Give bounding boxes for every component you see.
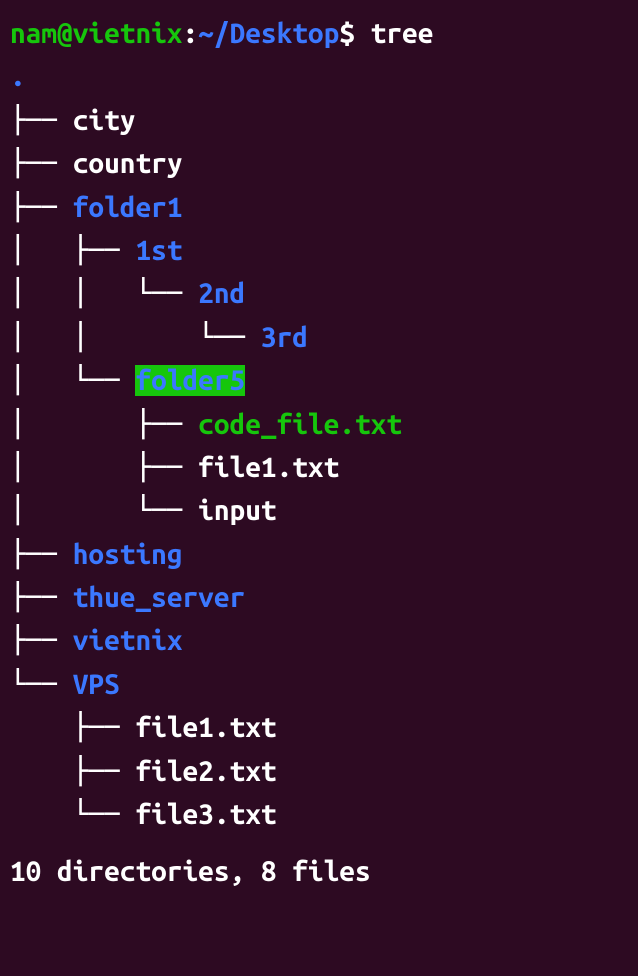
tree-entry-3rd: │ │ └── 3rd [10,316,628,359]
tree-entry-input: │ └── input [10,489,628,532]
dir-vietnix: vietnix [73,625,183,656]
tree-entry-file2: ├── file2.txt [10,750,628,793]
tree-entry-file1a: │ ├── file1.txt [10,446,628,489]
colon: : [182,18,198,49]
command: tree [371,18,434,49]
tree-entry-file1b: ├── file1.txt [10,706,628,749]
dir-3rd: 3rd [261,322,308,353]
tree-entry-city: ├── city [10,99,628,142]
tree-entry-thue-server: ├── thue_server [10,576,628,619]
dollar-sign: $ [339,18,370,49]
user-host: nam@vietnix [10,18,182,49]
file-file2: file2.txt [135,756,276,787]
dir-vps: VPS [73,669,120,700]
tree-summary: 10 directories, 8 files [10,850,628,893]
shell-prompt: nam@vietnix:~/Desktop$ tree [10,12,628,55]
tree-entry-2nd: │ │ └── 2nd [10,272,628,315]
dir-hosting: hosting [73,539,183,570]
file-city: city [73,105,136,136]
tree-root: . [10,55,628,98]
file-file3: file3.txt [135,799,276,830]
file-country: country [73,148,183,179]
tree-entry-country: ├── country [10,142,628,185]
dir-folder1: folder1 [73,192,183,223]
dir-1st: 1st [135,235,182,266]
file-code-file: code_file.txt [198,409,402,440]
file-file1a: file1.txt [198,452,339,483]
tree-entry-folder5: │ └── folder5 [10,359,628,402]
tree-entry-hosting: ├── hosting [10,533,628,576]
file-file1b: file1.txt [135,712,276,743]
tree-entry-folder1: ├── folder1 [10,186,628,229]
dir-2nd: 2nd [198,278,245,309]
tree-entry-1st: │ ├── 1st [10,229,628,272]
dir-folder5: folder5 [135,365,245,396]
root-dot: . [10,61,26,92]
cwd-path: ~/Desktop [198,18,339,49]
tree-entry-vps: └── VPS [10,663,628,706]
dir-thue-server: thue_server [73,582,245,613]
file-input: input [198,495,276,526]
tree-entry-vietnix: ├── vietnix [10,619,628,662]
tree-entry-file3: └── file3.txt [10,793,628,836]
tree-entry-code-file: │ ├── code_file.txt [10,403,628,446]
